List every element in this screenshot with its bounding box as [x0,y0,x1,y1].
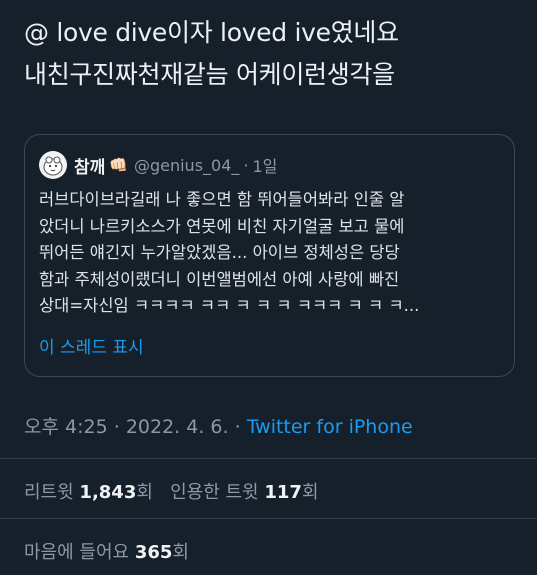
quoted-tweet-header: 참깨 👊🏻 @genius_04_ · 1일 [39,149,277,181]
quoted-text-line: 뛰어든 얘긴지 누가알았겠음... 아이브 정체성은 당당 [39,243,400,262]
avatar[interactable] [39,151,67,179]
quoted-author-handle[interactable]: @genius_04_ [134,156,239,175]
retweets-unit: 회 [136,482,153,503]
divider [0,518,537,519]
likes-stat[interactable]: 마음에 들어요 365회 [24,542,189,563]
tweet-text-line-1: @ love dive이자 loved ive였네요 [24,18,399,47]
quoted-text-line: 러브다이브라길래 나 좋으면 함 뛰어들어봐라 인줄 알 [39,190,405,209]
separator-dot: · [243,155,249,175]
quoted-text-line: 함과 주체성이랬더니 이번앨범에선 아예 사랑에 빠진 [39,269,400,289]
divider [0,458,537,459]
tweet-time[interactable]: 오후 4:25 [24,416,108,438]
tweet-date[interactable]: 2022. 4. 6. [126,416,229,438]
quoted-text-line: 았더니 나르키소스가 연못에 비친 자기얼굴 보고 물에 [39,216,405,236]
retweets-count: 1,843 [79,482,137,503]
fist-emoji-icon: 👊🏻 [109,156,128,174]
likes-unit: 회 [172,542,189,563]
retweets-stat[interactable]: 리트윗 1,843회 [24,482,153,503]
quoted-tweet-card[interactable]: 참깨 👊🏻 @genius_04_ · 1일 러브다이브라길래 나 좋으면 함 … [24,134,515,377]
show-thread-link[interactable]: 이 스레드 표시 [39,333,144,358]
quoted-tweet-text: 러브다이브라길래 나 좋으면 함 뛰어들어봐라 인줄 알 았더니 나르키소스가 … [39,187,509,320]
quoted-tweet-time[interactable]: 1일 [252,153,277,177]
tweet-text: @ love dive이자 loved ive였네요 내친구진짜천재같늠 어케이… [24,12,524,96]
retweet-quote-stats: 리트윗 1,843회 인용한 트윗 117회 [24,478,319,504]
retweets-label: 리트윗 [24,482,74,503]
quotes-label: 인용한 트윗 [170,482,259,503]
separator-dot: · [234,416,241,438]
tweet-text-line-2: 내친구진짜천재같늠 어케이런생각을 [24,60,395,89]
tweet-source-link[interactable]: Twitter for iPhone [247,416,413,438]
quoted-text-line: 상대=자신임 ㅋㅋㅋㅋ ㅋㅋ ㅋ ㅋ ㅋ ㅋㅋㅋ ㅋ ㅋ ㅋ... [39,296,420,315]
likes-count: 365 [134,542,173,563]
quotes-unit: 회 [301,482,319,503]
quotes-stat[interactable]: 인용한 트윗 117회 [170,482,318,503]
avatar-character-icon [43,156,63,176]
separator-dot: · [113,416,120,438]
tweet-meta: 오후 4:25 · 2022. 4. 6. · Twitter for iPho… [24,412,413,439]
quotes-count: 117 [264,482,302,503]
likes-label: 마음에 들어요 [24,542,130,563]
likes-stats: 마음에 들어요 365회 [24,538,189,564]
quoted-author-name[interactable]: 참깨 [74,153,105,178]
